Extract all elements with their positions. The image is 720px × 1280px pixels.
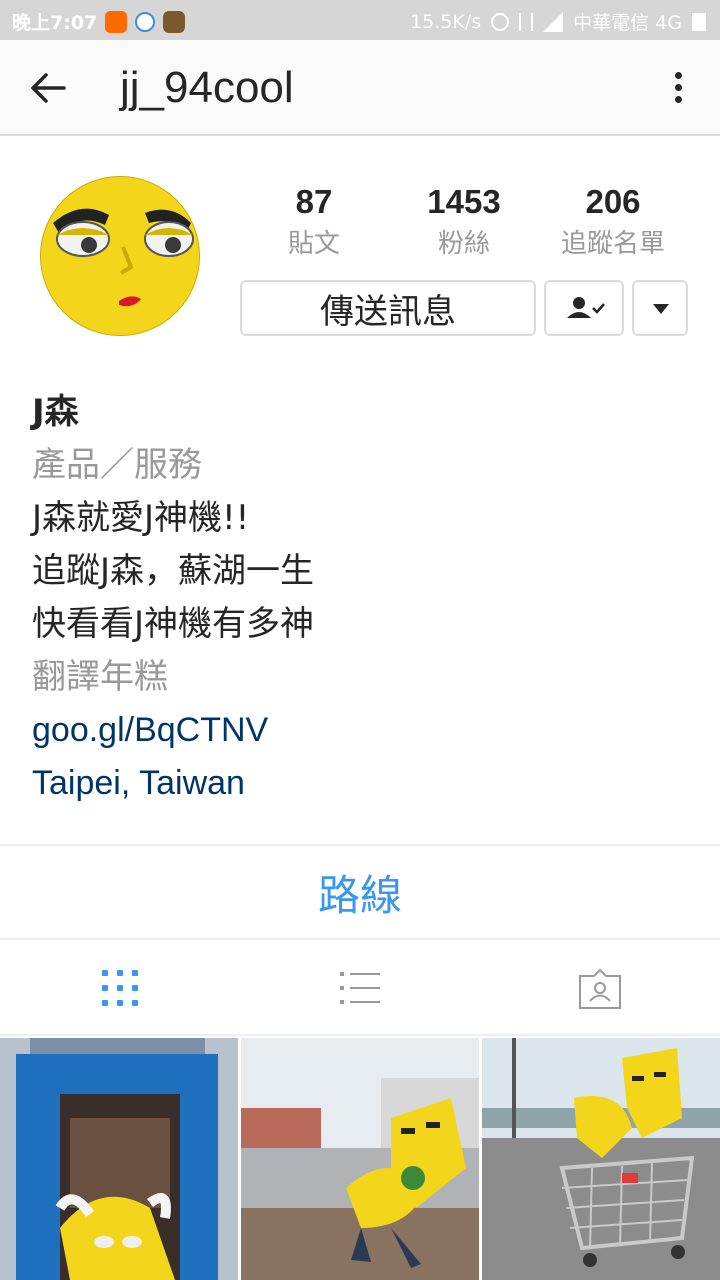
profile-category: 產品／服務: [32, 445, 202, 485]
followers-count: 1453: [427, 183, 501, 220]
bio-line: 追蹤J森，蘇湖一生: [32, 551, 315, 591]
translate-link[interactable]: 翻譯年糕: [32, 651, 692, 704]
suggestions-dropdown-button[interactable]: [632, 280, 688, 336]
tab-list[interactable]: [240, 940, 480, 1034]
profile-header: jj_94cool: [0, 40, 720, 136]
bio-line: 快看看J神機有多神: [32, 604, 315, 644]
post-image: [482, 1038, 720, 1280]
carrier-label: 中華電信 4G: [573, 12, 682, 34]
back-arrow-icon[interactable]: [28, 68, 68, 108]
battery-icon: [692, 12, 706, 31]
post-thumbnail[interactable]: [241, 1038, 479, 1280]
following-button[interactable]: [544, 280, 624, 336]
posts-stat[interactable]: 87 貼文: [240, 178, 388, 262]
more-options-icon[interactable]: [666, 68, 690, 108]
avatar[interactable]: [40, 176, 200, 336]
followers-stat[interactable]: 1453 粉絲: [390, 178, 538, 262]
post-image: [0, 1038, 238, 1280]
profile-name: J森: [32, 392, 79, 432]
data-transfer-icon: [519, 12, 534, 31]
tagged-person-icon: [579, 968, 621, 1009]
tab-tagged[interactable]: [480, 940, 720, 1034]
weather-app-icon: [135, 11, 156, 32]
bio-line: J森就愛J神機!!: [32, 498, 250, 538]
profile-bio: J森 產品／服務 J森就愛J神機!! 追蹤J森，蘇湖一生 快看看J神機有多神 翻…: [32, 386, 692, 810]
posts-label: 貼文: [287, 229, 340, 259]
chevron-down-icon: [653, 304, 669, 314]
send-message-button[interactable]: 傳送訊息: [240, 280, 536, 336]
alarm-icon: [491, 12, 510, 31]
profile-stats: 87 貼文 1453 粉絲 206 追蹤名單: [240, 178, 688, 268]
post-thumbnail[interactable]: [482, 1038, 720, 1280]
mi-app-icon: [105, 10, 128, 33]
view-tabs: [0, 940, 720, 1036]
following-label: 追蹤名單: [560, 229, 665, 259]
face-app-icon: [163, 10, 186, 33]
status-bar: 晚上7:07 15.5K/s 中華電信 4G: [0, 0, 720, 40]
network-speed: 15.5K/s: [410, 10, 482, 33]
user-check-icon: [567, 297, 605, 318]
location-link[interactable]: Taipei, Taiwan: [32, 757, 692, 810]
list-icon: [340, 970, 380, 1006]
status-time: 晚上7:07: [12, 12, 98, 34]
website-link[interactable]: goo.gl/BqCTNV: [32, 704, 692, 757]
avatar-face-icon: [41, 177, 199, 335]
post-image: [241, 1038, 479, 1280]
directions-button[interactable]: 路線: [0, 844, 720, 940]
grid-icon: [102, 970, 138, 1006]
posts-count: 87: [295, 183, 333, 220]
following-stat[interactable]: 206 追蹤名單: [538, 178, 688, 262]
followers-label: 粉絲: [437, 229, 490, 259]
profile-username: jj_94cool: [120, 63, 294, 112]
tab-grid[interactable]: [0, 940, 240, 1034]
following-count: 206: [585, 183, 641, 220]
post-thumbnail[interactable]: [0, 1038, 238, 1280]
signal-icon: [543, 11, 564, 32]
